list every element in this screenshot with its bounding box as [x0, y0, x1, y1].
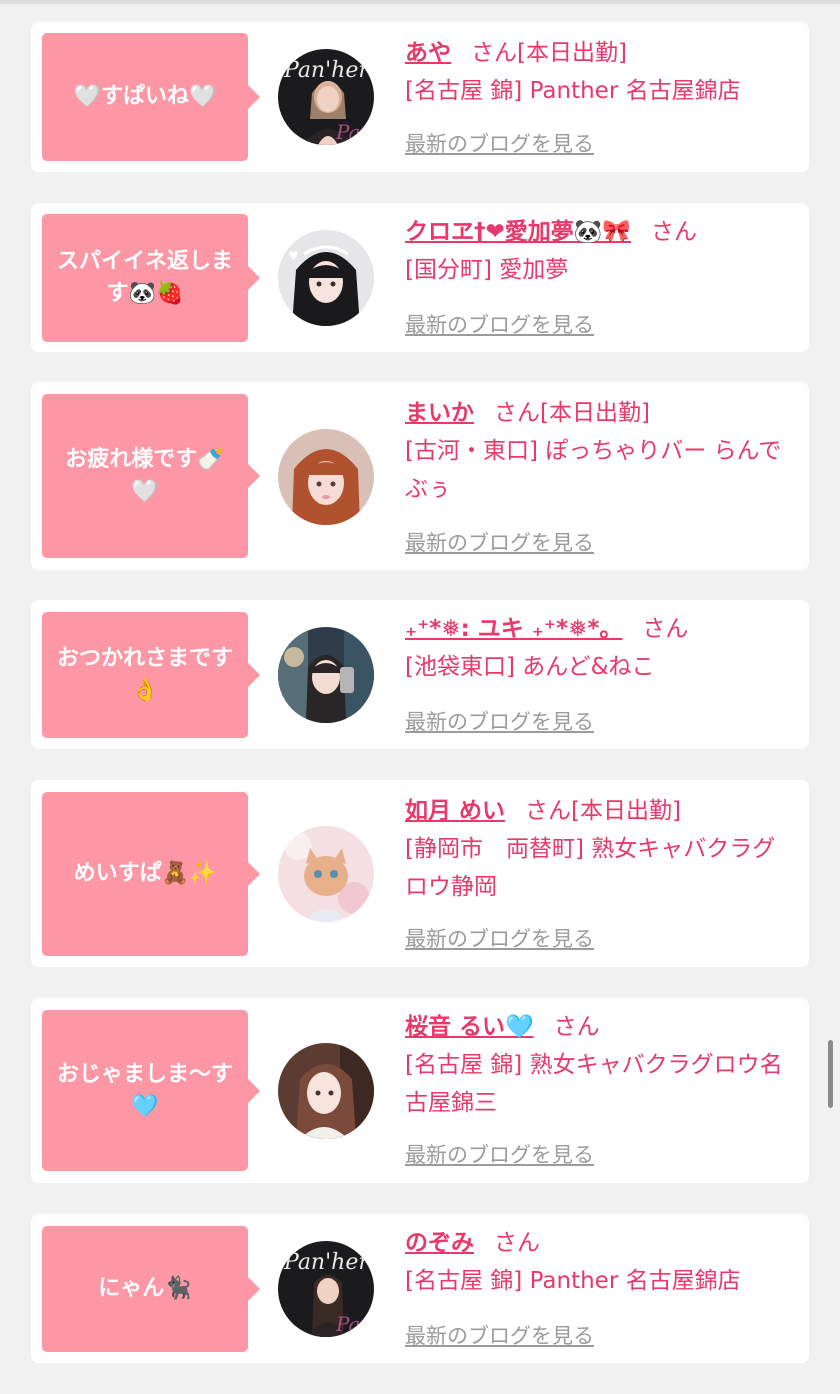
latest-blog-link[interactable]: 最新のブログを見る [405, 309, 594, 339]
member-name-link[interactable]: あや [405, 40, 451, 66]
latest-blog-link[interactable]: 最新のブログを見る [405, 128, 594, 158]
avatar[interactable]: Pan'her Pa [278, 49, 374, 145]
top-divider [0, 0, 840, 4]
name-line: クロヱ†❤愛加夢🐼🎀 さん [405, 213, 795, 251]
name-line: ₊⁺*❅: ユキ ₊⁺*❅*。 さん [405, 610, 795, 648]
svg-text:Pa: Pa [335, 120, 360, 144]
honorific: さん [525, 798, 572, 824]
list-item: お疲れ様です🍼 🤍 まいか さん[本日出勤] [古河・東口] ぽっちゃりバー らん… [31, 382, 809, 570]
member-name-link[interactable]: クロヱ†❤愛加夢🐼🎀 [405, 219, 631, 245]
shop-info: [国分町] 愛加夢 [405, 257, 569, 283]
shop-info: [池袋東口] あんど&ねこ [405, 654, 655, 680]
status-badge: [本日出勤] [540, 400, 650, 426]
message-bubble: おつかれさまです 👌 [42, 612, 260, 738]
entry-info: 如月 めい さん[本日出勤] [静岡市 両替町] 熟女キャバクラグロウ静岡 [405, 792, 795, 906]
svg-text:Pan'her: Pan'her [283, 58, 370, 83]
avatar[interactable]: ♥ [278, 230, 374, 326]
message-text: 🤍すぱいね🤍 [73, 84, 217, 109]
latest-blog-link[interactable]: 最新のブログを見る [405, 706, 594, 736]
avatar[interactable] [278, 826, 374, 922]
honorific: さん [642, 616, 689, 642]
avatar[interactable]: Pan'her Pa [278, 1241, 374, 1337]
message-bubble: めいすぱ🧸✨ [42, 792, 260, 956]
list-item: おじゃましま〜す 🩵 桜音 るい🩵 さん [名古屋 錦] 熟女キャバクラグロウ名古… [31, 998, 809, 1183]
list-item: おつかれさまです 👌 ₊⁺*❅: ユキ ₊⁺*❅*。 さん [池袋東口] あんど&… [31, 600, 809, 749]
latest-blog-link[interactable]: 最新のブログを見る [405, 1320, 594, 1350]
message-bubble: スパイイネ返しま す🐼🍓 [42, 214, 260, 342]
list-item: にゃん🐈‍⬛ Pan'her Pa のぞみ さん [名古屋 錦] Panther … [31, 1214, 809, 1363]
avatar[interactable] [278, 627, 374, 723]
member-name-link[interactable]: 桜音 るい🩵 [405, 1014, 534, 1040]
message-text: にゃん🐈‍⬛ [98, 1276, 192, 1301]
name-line: 如月 めい さん[本日出勤] [405, 792, 795, 830]
name-line: 桜音 るい🩵 さん [405, 1008, 795, 1046]
message-text: お疲れ様です🍼 🤍 [65, 447, 225, 504]
message-bubble: お疲れ様です🍼 🤍 [42, 394, 260, 558]
member-name-link[interactable]: まいか [405, 400, 474, 426]
avatar[interactable] [278, 429, 374, 525]
message-text: スパイイネ返しま す🐼🍓 [56, 249, 233, 306]
honorific: さん [553, 1014, 600, 1040]
honorific: さん [651, 219, 698, 245]
honorific: さん [471, 40, 517, 66]
list-item: めいすぱ🧸✨ 如月 めい さん[本日出勤] [静岡市 両替町] 熟女キャバクラグロ… [31, 780, 809, 967]
shop-info: [静岡市 両替町] 熟女キャバクラグロウ静岡 [405, 836, 776, 900]
avatar[interactable] [278, 1043, 374, 1139]
svg-text:Pa: Pa [335, 1312, 360, 1336]
message-text: おつかれさまです 👌 [56, 646, 233, 703]
member-name-link[interactable]: 如月 めい [405, 798, 505, 824]
list-item: 🤍すぱいね🤍 Pan'her Pa あや さん[本日出勤] [名古屋 錦] Pan… [31, 22, 809, 172]
latest-blog-link[interactable]: 最新のブログを見る [405, 527, 594, 557]
name-line: まいか さん[本日出勤] [405, 394, 795, 432]
entry-info: あや さん[本日出勤] [名古屋 錦] Panther 名古屋錦店 [405, 34, 795, 110]
honorific: さん [494, 1230, 540, 1256]
shop-info: [名古屋 錦] Panther 名古屋錦店 [405, 1268, 741, 1294]
member-name-link[interactable]: ₊⁺*❅: ユキ ₊⁺*❅*。 [405, 616, 622, 642]
name-line: あや さん[本日出勤] [405, 34, 795, 72]
message-bubble: 🤍すぱいね🤍 [42, 33, 260, 161]
honorific: さん [494, 400, 540, 426]
entry-info: まいか さん[本日出勤] [古河・東口] ぽっちゃりバー らんでぶぅ [405, 394, 795, 508]
scrollbar-thumb[interactable] [828, 1040, 833, 1108]
message-bubble: おじゃましま〜す 🩵 [42, 1010, 260, 1171]
shop-info: [古河・東口] ぽっちゃりバー らんでぶぅ [405, 438, 782, 502]
message-bubble: にゃん🐈‍⬛ [42, 1226, 260, 1352]
entry-info: ₊⁺*❅: ユキ ₊⁺*❅*。 さん [池袋東口] あんど&ねこ [405, 610, 795, 686]
svg-text:Pan'her: Pan'her [283, 1250, 370, 1275]
message-text: めいすぱ🧸✨ [73, 861, 217, 886]
latest-blog-link[interactable]: 最新のブログを見る [405, 1139, 594, 1169]
status-badge: [本日出勤] [517, 40, 627, 66]
member-name-link[interactable]: のぞみ [405, 1230, 474, 1256]
list-item: スパイイネ返しま す🐼🍓 ♥ クロヱ†❤愛加夢🐼🎀 さん [国分町] 愛加夢 最新… [31, 203, 809, 352]
entry-info: 桜音 るい🩵 さん [名古屋 錦] 熟女キャバクラグロウ名古屋錦三 [405, 1008, 795, 1122]
message-text: おじゃましま〜す 🩵 [56, 1061, 233, 1119]
entry-info: クロヱ†❤愛加夢🐼🎀 さん [国分町] 愛加夢 [405, 213, 795, 289]
latest-blog-link[interactable]: 最新のブログを見る [405, 923, 594, 953]
shop-info: [名古屋 錦] Panther 名古屋錦店 [405, 78, 741, 104]
svg-text:♥: ♥ [288, 249, 299, 263]
entry-info: のぞみ さん [名古屋 錦] Panther 名古屋錦店 [405, 1224, 795, 1300]
status-badge: [本日出勤] [571, 798, 681, 824]
name-line: のぞみ さん [405, 1224, 795, 1262]
shop-info: [名古屋 錦] 熟女キャバクラグロウ名古屋錦三 [405, 1052, 783, 1116]
